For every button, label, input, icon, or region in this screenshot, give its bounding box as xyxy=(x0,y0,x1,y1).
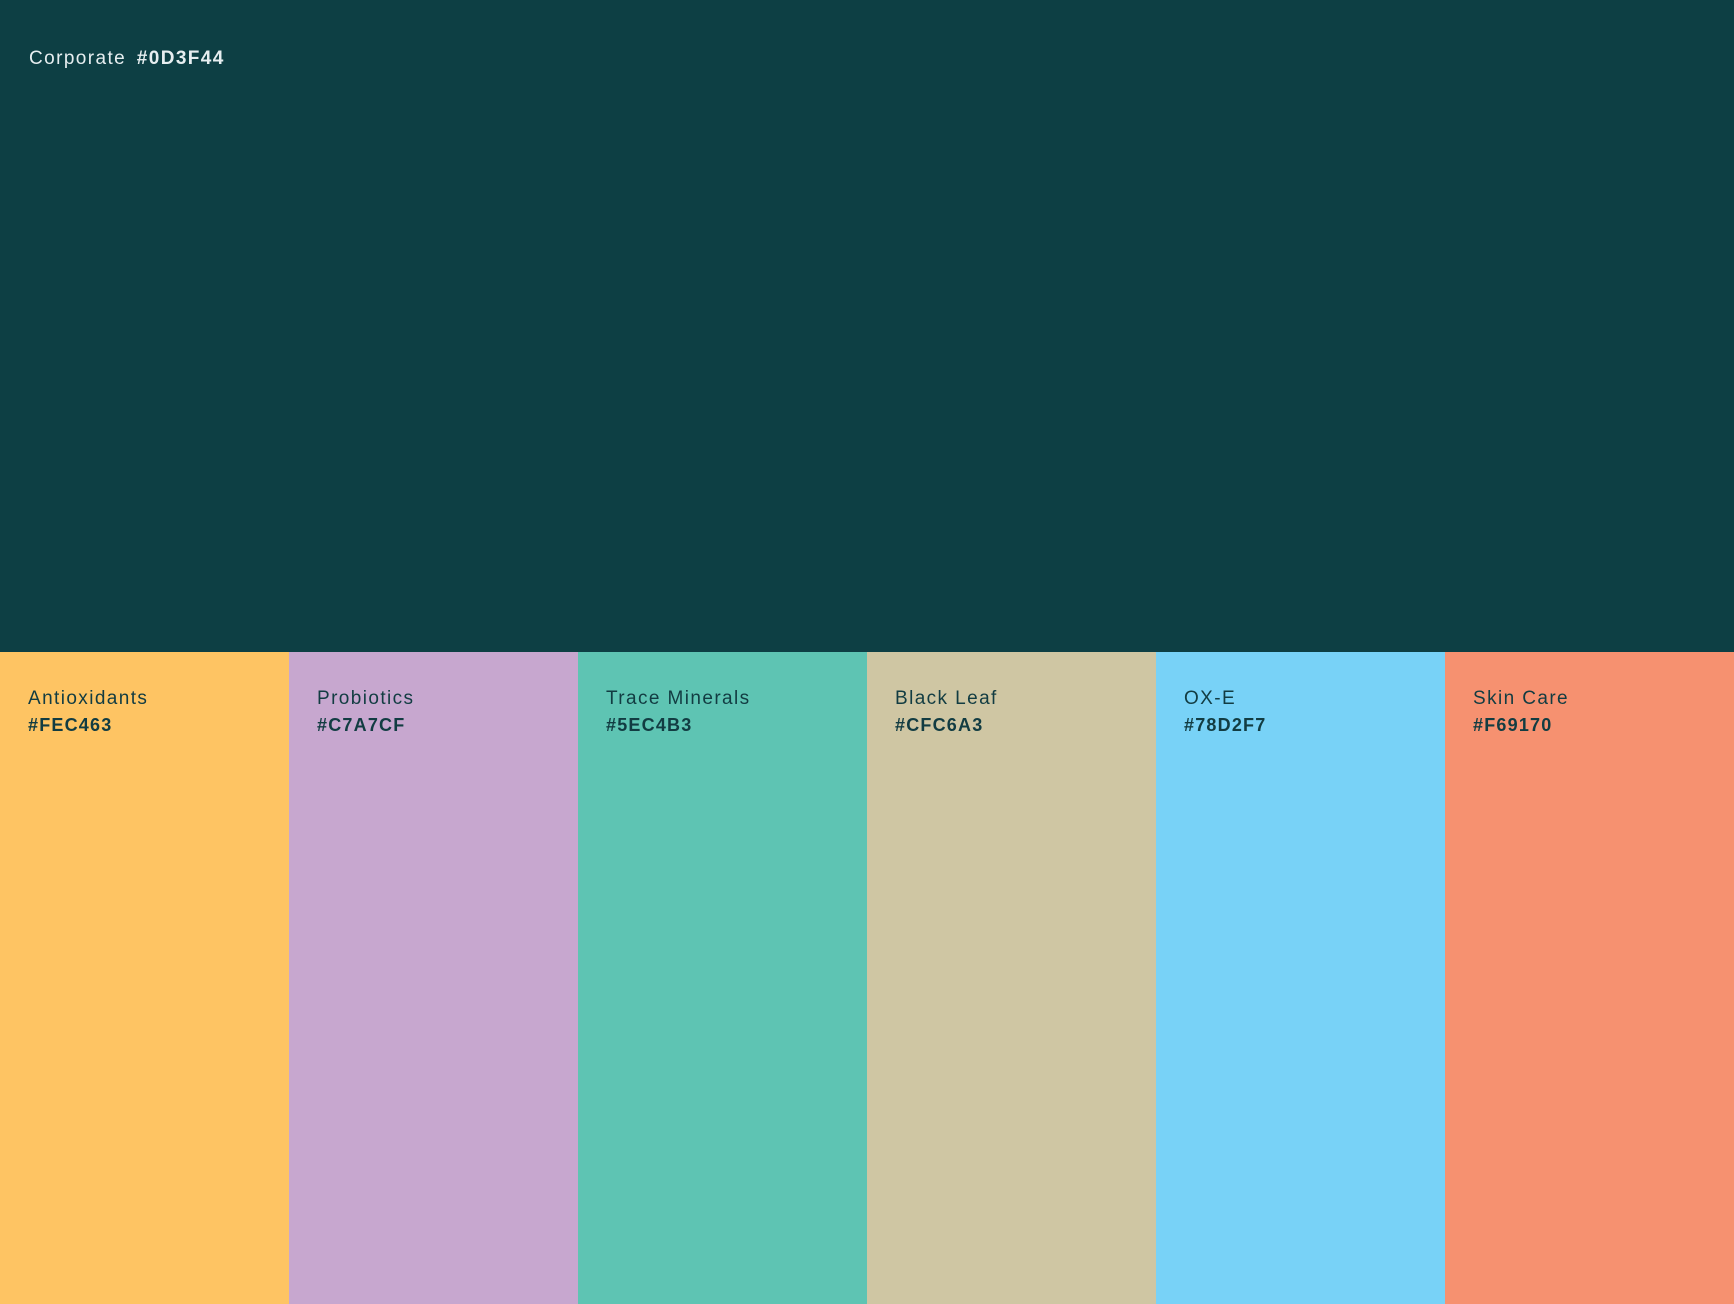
swatch-black-leaf: Black Leaf #CFC6A3 xyxy=(867,652,1156,1304)
primary-swatch-label: Corporate #0D3F44 xyxy=(29,48,225,70)
swatch-hex: #C7A7CF xyxy=(317,715,406,735)
primary-swatch-corporate: Corporate #0D3F44 xyxy=(0,0,1734,652)
swatch-hex: #CFC6A3 xyxy=(895,715,984,735)
swatch-name: OX-E xyxy=(1184,688,1237,709)
swatch-hex: #5EC4B3 xyxy=(606,715,693,735)
swatch-skin-care: Skin Care #F69170 xyxy=(1445,652,1734,1304)
swatch-hex: #F69170 xyxy=(1473,715,1553,735)
swatch-name: Probiotics xyxy=(317,688,415,709)
secondary-swatches: Antioxidants #FEC463 Probiotics #C7A7CF … xyxy=(0,652,1734,1304)
primary-swatch-hex: #0D3F44 xyxy=(136,48,225,69)
swatch-probiotics: Probiotics #C7A7CF xyxy=(289,652,578,1304)
swatch-name: Skin Care xyxy=(1473,688,1570,709)
swatch-trace-minerals: Trace Minerals #5EC4B3 xyxy=(578,652,867,1304)
swatch-antioxidants: Antioxidants #FEC463 xyxy=(0,652,289,1304)
color-palette: Corporate #0D3F44 Antioxidants #FEC463 P… xyxy=(0,0,1734,1304)
swatch-name: Antioxidants xyxy=(28,688,149,709)
swatch-name: Trace Minerals xyxy=(606,688,751,709)
swatch-hex: #FEC463 xyxy=(28,715,113,735)
swatch-ox-e: OX-E #78D2F7 xyxy=(1156,652,1445,1304)
primary-swatch-name: Corporate xyxy=(29,48,127,69)
swatch-hex: #78D2F7 xyxy=(1184,715,1267,735)
swatch-name: Black Leaf xyxy=(895,688,998,709)
